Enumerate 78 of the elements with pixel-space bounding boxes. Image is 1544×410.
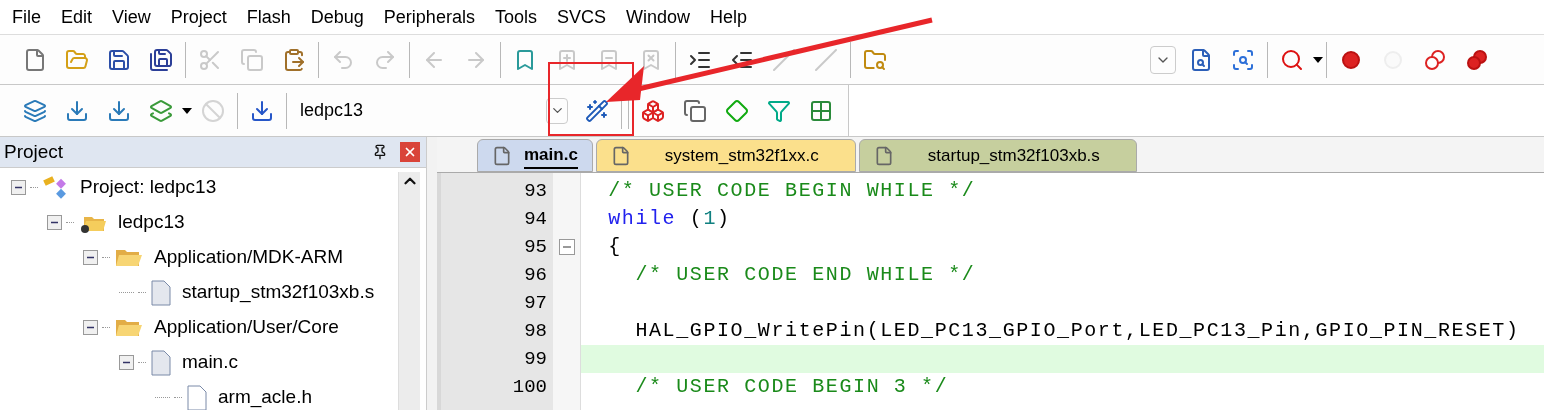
code-line: while (1) [607,206,731,232]
tree-toggle[interactable] [83,250,98,265]
file-icon [150,349,172,376]
tree-item[interactable]: startup_stm32f103xb.s [182,278,375,307]
copy-icon [240,47,264,72]
tree-item[interactable]: Project: ledpc13 [80,173,217,202]
editor-tab[interactable]: main.c [477,139,593,172]
tree-item[interactable]: Application/MDK-ARM [154,243,343,272]
menu-item[interactable]: Window [615,3,700,31]
floppy-disks-icon [149,47,173,72]
funnel-icon [767,98,791,123]
menu-item[interactable]: Help [700,3,757,31]
menu-item[interactable]: Edit [51,3,103,31]
debug-search-icon [1280,47,1304,72]
tree-toggle[interactable] [11,180,26,195]
file-icon [150,279,172,306]
slash-icon [814,47,838,72]
download-box-icon [107,98,131,123]
target-field[interactable]: ledpc13 [290,93,572,128]
folder-icon [65,47,89,72]
menu-item[interactable]: File [2,3,51,31]
tree-item[interactable]: arm_acle.h [218,383,312,410]
slash-icon [772,47,796,72]
grid-icon [809,98,833,123]
file-icon [23,47,47,72]
line-number: 96 [524,262,547,288]
code-line: /* USER CODE BEGIN WHILE */ [607,178,976,204]
download-arrow-icon [250,98,274,123]
close-icon [403,145,417,159]
layers-icon [149,98,173,123]
caret-icon [1313,56,1323,63]
fold-toggle[interactable] [558,239,575,255]
menu-item[interactable]: Tools [484,3,547,31]
tree-item[interactable]: ledpc13 [118,208,185,237]
menu-item[interactable]: Peripherals [373,3,485,31]
menu-item[interactable]: SVCS [546,3,616,31]
scissors-icon [198,47,222,72]
menu-item[interactable]: View [102,3,161,31]
line-number: 100 [512,374,547,400]
editor-tab[interactable]: startup_stm32f103xb.s [858,139,1137,172]
line-number: 95 [524,234,547,260]
panel-title: Project [4,139,64,164]
scan-search-icon [1231,47,1255,72]
tree-toggle[interactable] [47,215,62,230]
file-icon [492,145,512,166]
line-number: 99 [524,346,547,372]
magic-wand-icon [585,98,609,123]
document-search-icon [1189,47,1213,72]
code-line: /* USER CODE BEGIN 3 */ [634,374,949,400]
boxes-icon [641,98,665,123]
line-number: 94 [524,206,547,232]
line-number: 93 [524,178,547,204]
two-rings-icon [1423,47,1447,72]
no-entry-icon [201,98,225,123]
scrollbar[interactable] [398,172,420,410]
code-line: HAL_GPIO_WritePin(LED_PC13_GPIO_Port,LED_PC13_Pin,GPIO_PIN_RESET) [634,318,1520,344]
close-button[interactable] [400,142,420,162]
pin-icon[interactable] [372,144,388,160]
diamond-icon [725,98,749,123]
tree-item[interactable]: main.c [182,348,238,377]
editor-tab[interactable]: system_stm32f1xx.c [595,139,856,172]
tree-toggle[interactable] [119,355,134,370]
menu-item[interactable]: Project [160,3,237,31]
line-number: 98 [524,318,547,344]
windows-icon [683,98,707,123]
code-line: { [607,234,622,260]
folder-search-icon [863,47,887,72]
tree-item[interactable]: Application/User/Core [154,313,339,342]
download-box-icon [65,98,89,123]
line-number: 97 [524,290,547,316]
clipboard-icon [282,47,306,72]
two-dots-icon [1465,47,1489,72]
menu-item[interactable]: Flash [236,3,301,31]
caret-icon [182,107,192,114]
menu-item[interactable]: Debug [300,3,374,31]
code-line: /* USER CODE END WHILE */ [634,262,976,288]
tree-toggle[interactable] [83,320,98,335]
stack-icon [23,98,47,123]
